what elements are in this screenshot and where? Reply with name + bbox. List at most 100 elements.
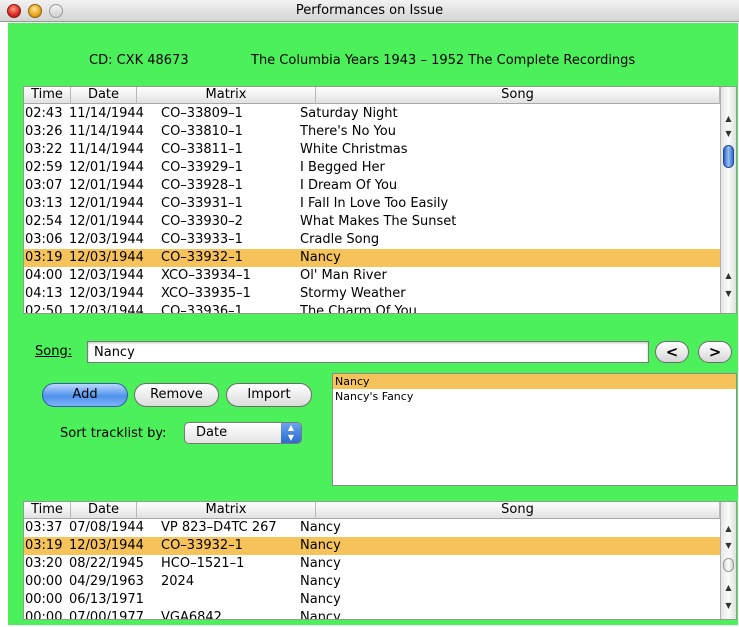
column-header-date[interactable]: Date bbox=[71, 87, 137, 104]
table-row[interactable]: 03:22 11/14/1944 CO–33811–1 White Christmas bbox=[24, 141, 720, 159]
table-row[interactable]: 04:13 12/03/1944 XCO–33935–1 Stormy Weather bbox=[24, 285, 720, 303]
cell-matrix: VGA6842 bbox=[161, 610, 222, 620]
table-row[interactable]: 04:00 12/03/1944 XCO–33934–1 Ol' Man River bbox=[24, 267, 720, 285]
cell-time: 00:00 bbox=[25, 574, 63, 589]
add-button[interactable]: Add bbox=[42, 383, 128, 407]
cell-matrix: 2024 bbox=[161, 574, 195, 589]
cell-date: 06/13/1971 bbox=[69, 592, 144, 607]
cell-song: I Dream Of You bbox=[300, 178, 398, 193]
cell-date: 12/01/1944 bbox=[69, 214, 144, 229]
column-header-song[interactable]: Song bbox=[316, 502, 720, 519]
cell-matrix: HCO–1521–1 bbox=[161, 556, 245, 571]
cell-date: 07/08/1944 bbox=[69, 520, 144, 535]
sort-select[interactable]: Date ▲ ▼ bbox=[184, 422, 302, 444]
next-song-button[interactable]: > bbox=[698, 341, 732, 363]
cell-song: I Fall In Love Too Easily bbox=[300, 196, 449, 211]
cell-date: 12/03/1944 bbox=[69, 538, 144, 553]
tracklist-table[interactable]: Time Date Matrix Song 02:43 11/14/1944 CO–… bbox=[23, 86, 737, 314]
table-row[interactable]: 03:19 12/03/1944 CO–33932–1 Nancy bbox=[24, 537, 720, 555]
cell-time: 04:00 bbox=[25, 268, 63, 283]
cell-time: 02:54 bbox=[25, 214, 63, 229]
table-row[interactable]: 03:13 12/01/1944 CO–33931–1 I Fall In Love … bbox=[24, 195, 720, 213]
scroll-up-arrow-icon[interactable]: ▲ bbox=[721, 268, 736, 283]
cell-date: 11/14/1944 bbox=[69, 124, 144, 139]
column-header-matrix[interactable]: Matrix bbox=[137, 87, 316, 104]
cell-matrix: CO–33932–1 bbox=[161, 538, 243, 553]
cell-time: 03:22 bbox=[25, 142, 63, 157]
cell-song: White Christmas bbox=[300, 142, 408, 157]
column-header-time[interactable]: Time bbox=[24, 502, 71, 519]
performances-table[interactable]: Time Date Matrix Song 03:37 07/08/1944 VP … bbox=[23, 501, 737, 620]
table-row[interactable]: 03:19 12/03/1944 CO–33932–1 Nancy bbox=[24, 249, 720, 267]
cell-date: 07/00/1977 bbox=[69, 610, 144, 620]
cell-time: 02:59 bbox=[25, 160, 63, 175]
cell-time: 03:37 bbox=[25, 520, 63, 535]
table-row[interactable]: 02:54 12/01/1944 CO–33930–2 What Makes The … bbox=[24, 213, 720, 231]
list-item[interactable]: Nancy's Fancy bbox=[333, 389, 736, 404]
window-title: Performances on Issue bbox=[295, 3, 444, 18]
cell-date: 11/14/1944 bbox=[69, 142, 144, 157]
table-row[interactable]: 02:59 12/01/1944 CO–33929–1 I Begged Her bbox=[24, 159, 720, 177]
cell-date: 12/01/1944 bbox=[69, 160, 144, 175]
main-panel: CD: CXK 48673 The Columbia Years 1943 – … bbox=[8, 23, 738, 625]
cell-song: Nancy bbox=[300, 592, 341, 607]
column-header-matrix[interactable]: Matrix bbox=[137, 502, 316, 519]
song-input[interactable] bbox=[87, 341, 649, 363]
cell-song: The Charm Of You bbox=[300, 304, 417, 314]
table-row[interactable]: 02:43 11/14/1944 CO–33809–1 Saturday Night bbox=[24, 105, 720, 123]
cell-song: Nancy bbox=[300, 610, 341, 620]
table-row[interactable]: 00:00 06/13/1971 Nancy bbox=[24, 591, 720, 609]
scroll-up-arrow-icon[interactable]: ▲ bbox=[721, 521, 736, 536]
table-row[interactable]: 03:06 12/03/1944 CO–33933–1 Cradle Song bbox=[24, 231, 720, 249]
cell-matrix: CO–33809–1 bbox=[161, 106, 243, 121]
scrollbar-thumb[interactable] bbox=[723, 558, 734, 572]
cell-matrix: CO–33929–1 bbox=[161, 160, 243, 175]
cell-time: 02:43 bbox=[25, 106, 63, 121]
cell-matrix: CO–33932–1 bbox=[161, 250, 243, 265]
cell-matrix: XCO–33934–1 bbox=[161, 268, 251, 283]
table-row[interactable]: 02:50 12/03/1944 CO–33936–1 The Charm Of Yo… bbox=[24, 303, 720, 314]
scrollbar-thumb[interactable] bbox=[723, 145, 734, 168]
table-row[interactable]: 00:00 04/29/1963 2024 Nancy bbox=[24, 573, 720, 591]
cell-song: Nancy bbox=[300, 250, 341, 265]
cell-date: 12/03/1944 bbox=[69, 232, 144, 247]
column-header-date[interactable]: Date bbox=[71, 502, 137, 519]
cell-time: 04:13 bbox=[25, 286, 63, 301]
cell-matrix: CO–33930–2 bbox=[161, 214, 243, 229]
table-row[interactable]: 00:00 07/00/1977 VGA6842 Nancy bbox=[24, 609, 720, 620]
scroll-up-arrow-icon[interactable]: ▲ bbox=[721, 580, 736, 595]
cell-song: What Makes The Sunset bbox=[300, 214, 457, 229]
table-row[interactable]: 03:26 11/14/1944 CO–33810–1 There's No You bbox=[24, 123, 720, 141]
scroll-up-arrow-icon[interactable]: ▲ bbox=[721, 111, 736, 126]
column-header-song[interactable]: Song bbox=[316, 87, 720, 104]
scroll-down-arrow-icon[interactable]: ▼ bbox=[721, 598, 736, 613]
tracklist-header: Time Date Matrix Song bbox=[24, 87, 720, 104]
song-search-results[interactable]: Nancy Nancy's Fancy bbox=[332, 373, 737, 486]
cell-song: Stormy Weather bbox=[300, 286, 406, 301]
import-button[interactable]: Import bbox=[226, 383, 312, 407]
cell-song: Nancy bbox=[300, 574, 341, 589]
tracklist-scrollbar[interactable]: ▲ ▼ ▲ ▼ bbox=[720, 87, 736, 313]
cell-matrix: CO–33936–1 bbox=[161, 304, 243, 314]
previous-song-button[interactable]: < bbox=[655, 341, 689, 363]
cell-date: 08/22/1945 bbox=[69, 556, 144, 571]
table-row[interactable]: 03:20 08/22/1945 HCO–1521–1 Nancy bbox=[24, 555, 720, 573]
cell-time: 03:19 bbox=[25, 538, 63, 553]
scroll-down-arrow-icon[interactable]: ▼ bbox=[721, 538, 736, 553]
table-row[interactable]: 03:37 07/08/1944 VP 823–D4TC 267 Nancy bbox=[24, 519, 720, 537]
cell-time: 03:06 bbox=[25, 232, 63, 247]
cell-date: 12/01/1944 bbox=[69, 196, 144, 211]
cell-date: 12/03/1944 bbox=[69, 304, 144, 314]
table-row[interactable]: 03:07 12/01/1944 CO–33928–1 I Dream Of You bbox=[24, 177, 720, 195]
list-item[interactable]: Nancy bbox=[333, 374, 736, 389]
scroll-down-arrow-icon[interactable]: ▼ bbox=[721, 286, 736, 301]
cell-time: 03:20 bbox=[25, 556, 63, 571]
cell-song: Ol' Man River bbox=[300, 268, 387, 283]
column-header-time[interactable]: Time bbox=[24, 87, 71, 104]
cell-matrix: CO–33810–1 bbox=[161, 124, 243, 139]
cell-date: 12/03/1944 bbox=[69, 286, 144, 301]
remove-button[interactable]: Remove bbox=[134, 383, 219, 407]
performances-scrollbar[interactable]: ▲ ▼ ▲ ▼ bbox=[720, 502, 736, 619]
chevron-up-down-icon: ▲ ▼ bbox=[281, 423, 301, 443]
scroll-down-arrow-icon[interactable]: ▼ bbox=[721, 126, 736, 141]
